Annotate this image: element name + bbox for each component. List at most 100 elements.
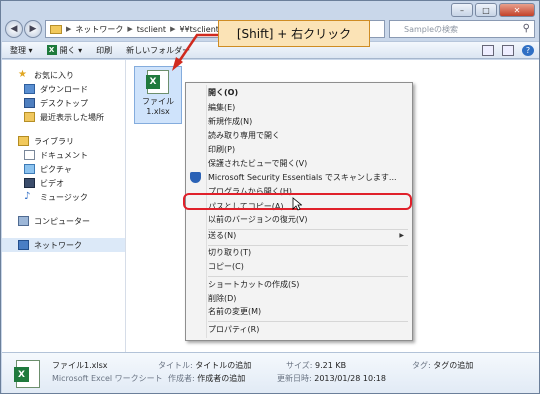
nav-pictures[interactable]: ピクチャ bbox=[2, 162, 125, 176]
explorer-window: – □ ✕ ◀ ▶ ▶ ネットワーク ▶ tsclient ▶ ¥¥tsclie… bbox=[0, 0, 540, 394]
title-value[interactable]: タイトルの追加 bbox=[195, 361, 251, 370]
nav-label: 最近表示した場所 bbox=[40, 112, 104, 122]
new-folder-button[interactable]: 新しいフォルダー bbox=[126, 45, 190, 56]
menu-label: 名前の変更(M) bbox=[208, 307, 262, 316]
maximize-button[interactable]: □ bbox=[475, 3, 497, 17]
nav-label: デスクトップ bbox=[40, 98, 88, 108]
details-pane: X ファイル1.xlsx Microsoft Excel ワークシート タイトル… bbox=[2, 352, 539, 393]
author-value[interactable]: 作成者の追加 bbox=[197, 374, 245, 383]
breadcrumb-network[interactable]: ネットワーク bbox=[75, 24, 123, 35]
detail-author: 作成者: 作成者の追加 bbox=[168, 374, 246, 383]
nav-label: コンピューター bbox=[34, 216, 90, 226]
print-label: 印刷 bbox=[96, 45, 113, 55]
nav-label: ビデオ bbox=[40, 178, 64, 188]
organize-button[interactable]: 整理 ▾ bbox=[10, 45, 33, 56]
menu-label: 送る(N) bbox=[208, 231, 237, 240]
chevron-right-icon: ▶ bbox=[66, 25, 72, 33]
menu-item-mse-scan[interactable]: Microsoft Security Essentials でスキャンします..… bbox=[188, 171, 410, 184]
library-icon bbox=[18, 136, 29, 146]
menu-item-send-to[interactable]: 送る(N) ▶ bbox=[188, 229, 410, 242]
menu-label: 保護されたビューで開く(V) bbox=[208, 159, 308, 168]
window-controls: – □ ✕ bbox=[451, 3, 535, 17]
help-icon[interactable]: ? bbox=[522, 44, 534, 56]
menu-label: プロパティ(R) bbox=[208, 325, 260, 334]
menu-label: 読み取り専用で開く bbox=[208, 131, 280, 140]
breadcrumb-tsclient[interactable]: tsclient bbox=[137, 25, 166, 34]
nav-downloads[interactable]: ダウンロード bbox=[2, 82, 125, 96]
menu-label: ショートカットの作成(S) bbox=[208, 280, 300, 289]
menu-item-rename[interactable]: 名前の変更(M) bbox=[188, 305, 410, 318]
menu-label: 印刷(P) bbox=[208, 145, 236, 154]
forward-arrow-icon[interactable]: ▶ bbox=[24, 20, 42, 38]
tags-value[interactable]: タグの追加 bbox=[433, 361, 473, 370]
documents-icon bbox=[24, 150, 35, 160]
menu-item-delete[interactable]: 削除(D) bbox=[188, 292, 410, 305]
file-name-line1: ファイル bbox=[142, 97, 174, 106]
menu-label: 削除(D) bbox=[208, 294, 237, 303]
menu-label: コピー(C) bbox=[208, 262, 244, 271]
nav-computer[interactable]: コンピューター bbox=[2, 214, 125, 228]
menu-item-restore-previous[interactable]: 以前のバージョンの復元(V) bbox=[188, 213, 410, 226]
nav-label: ライブラリ bbox=[34, 136, 74, 146]
nav-music[interactable]: ♪ ミュージック bbox=[2, 190, 125, 204]
open-button[interactable]: X 開く ▾ bbox=[46, 45, 82, 56]
music-icon: ♪ bbox=[24, 191, 31, 202]
print-button[interactable]: 印刷 bbox=[96, 45, 112, 56]
menu-separator bbox=[208, 276, 408, 277]
nav-label: ドキュメント bbox=[40, 150, 88, 160]
menu-label: 編集(E) bbox=[208, 103, 236, 112]
nav-desktop[interactable]: デスクトップ bbox=[2, 96, 125, 110]
recent-places-icon bbox=[24, 112, 35, 122]
downloads-folder-icon bbox=[24, 84, 35, 94]
search-input[interactable]: Sampleの検索 ⚲ bbox=[389, 20, 535, 38]
menu-label: Microsoft Security Essentials でスキャンします..… bbox=[208, 173, 397, 182]
close-button[interactable]: ✕ bbox=[499, 3, 535, 17]
nav-label: ダウンロード bbox=[40, 84, 88, 94]
file-name-line2: 1.xlsx bbox=[146, 107, 170, 116]
menu-item-new[interactable]: 新規作成(N) bbox=[188, 115, 410, 128]
nav-libraries[interactable]: ライブラリ bbox=[2, 134, 125, 148]
menu-item-open[interactable]: 開く(O) bbox=[188, 86, 410, 99]
computer-icon bbox=[18, 216, 29, 226]
menu-item-properties[interactable]: プロパティ(R) bbox=[188, 323, 410, 336]
preview-pane-icon[interactable] bbox=[502, 44, 514, 56]
excel-icon: X bbox=[46, 45, 57, 55]
menu-label: 切り取り(T) bbox=[208, 248, 252, 257]
desktop-icon bbox=[24, 98, 35, 108]
menu-item-open-readonly[interactable]: 読み取り専用で開く bbox=[188, 129, 410, 142]
menu-item-create-shortcut[interactable]: ショートカットの作成(S) bbox=[188, 278, 410, 291]
excel-file-icon: X bbox=[146, 70, 169, 94]
minimize-button[interactable]: – bbox=[451, 3, 473, 17]
file-item-xlsx[interactable]: X ファイル 1.xlsx bbox=[134, 66, 182, 124]
folder-icon bbox=[50, 24, 62, 34]
star-icon: ★ bbox=[18, 69, 27, 80]
menu-item-protected-view[interactable]: 保護されたビューで開く(V) bbox=[188, 157, 410, 170]
menu-label: 以前のバージョンの復元(V) bbox=[208, 215, 308, 224]
new-folder-label: 新しいフォルダー bbox=[126, 45, 191, 55]
menu-item-copy[interactable]: コピー(C) bbox=[188, 260, 410, 273]
chevron-right-icon: ▶ bbox=[170, 25, 176, 33]
menu-item-cut[interactable]: 切り取り(T) bbox=[188, 246, 410, 259]
back-arrow-icon[interactable]: ◀ bbox=[5, 20, 23, 38]
nav-label: ピクチャ bbox=[40, 164, 72, 174]
detail-size: サイズ: 9.21 KB bbox=[286, 361, 347, 370]
detail-title: タイトル: タイトルの追加 bbox=[158, 361, 252, 370]
menu-item-edit[interactable]: 編集(E) bbox=[188, 101, 410, 114]
file-name: ファイル 1.xlsx bbox=[142, 97, 174, 117]
detail-modified: 更新日時: 2013/01/28 10:18 bbox=[277, 374, 386, 383]
menu-label: 新規作成(N) bbox=[208, 117, 253, 126]
nav-documents[interactable]: ドキュメント bbox=[2, 148, 125, 162]
nav-recent[interactable]: 最近表示した場所 bbox=[2, 110, 125, 124]
menu-item-print[interactable]: 印刷(P) bbox=[188, 143, 410, 156]
view-options-icon[interactable] bbox=[482, 44, 494, 56]
navigation-pane: ★ お気に入り ダウンロード デスクトップ 最近表示した場所 ライブラリ ドキュメ… bbox=[2, 60, 126, 352]
search-icon[interactable]: ⚲ bbox=[523, 23, 530, 34]
menu-separator bbox=[208, 321, 408, 322]
detail-filename: ファイル1.xlsx bbox=[52, 361, 108, 370]
callout-text: [Shift] + 右クリック bbox=[236, 27, 352, 41]
nav-favorites[interactable]: ★ お気に入り bbox=[2, 68, 125, 82]
detail-tags: タグ: タグの追加 bbox=[412, 361, 474, 370]
nav-network[interactable]: ネットワーク bbox=[2, 238, 125, 252]
submenu-arrow-icon: ▶ bbox=[399, 232, 404, 239]
nav-videos[interactable]: ビデオ bbox=[2, 176, 125, 190]
